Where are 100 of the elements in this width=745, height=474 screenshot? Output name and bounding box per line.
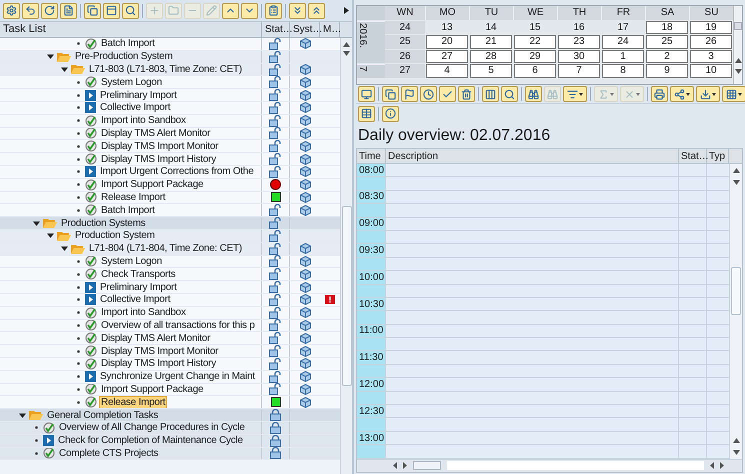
tree-row[interactable]: Release Import [0, 192, 340, 204]
date-cell[interactable]: 17 [602, 20, 644, 34]
task-label[interactable]: Production System [74, 230, 156, 242]
date-cell[interactable]: 6 [514, 64, 556, 78]
date-cell[interactable]: 19 [690, 20, 732, 34]
clipboard-button[interactable] [265, 2, 282, 18]
task-label[interactable]: L71-804 (L71-804, Time Zone: CET) [88, 243, 243, 254]
move-down-button[interactable] [241, 2, 258, 18]
schedule-row[interactable]: 10:30 [357, 298, 729, 312]
filter-button[interactable] [563, 86, 587, 102]
scroll-up-icon[interactable] [734, 58, 742, 63]
printer-button[interactable] [651, 86, 668, 102]
task-label[interactable]: Display TMS Import Monitor [100, 346, 220, 357]
task-label[interactable]: Production Systems [60, 218, 146, 229]
trash-button[interactable] [458, 86, 475, 102]
tree-row[interactable]: Collective Import [0, 102, 340, 115]
tree-row[interactable]: General Completion Tasks [0, 409, 340, 422]
tree-row[interactable]: Check for Completion of Maintenance Cycle [0, 434, 340, 448]
week-number[interactable]: 25 [385, 35, 425, 48]
window-button[interactable] [103, 2, 120, 18]
expand-arrow-icon[interactable] [61, 66, 68, 73]
task-label[interactable]: Complete CTS Projects [58, 448, 160, 459]
expand-arrow-icon[interactable] [47, 232, 54, 240]
schedule-row[interactable]: 11:30 [357, 351, 729, 365]
date-cell[interactable]: 2 [646, 50, 688, 63]
tree-row[interactable]: Production Systems [0, 217, 340, 230]
task-label[interactable]: Import Support Package [100, 384, 204, 395]
task-label[interactable]: Batch Import [100, 38, 156, 50]
settings-button[interactable] [3, 2, 20, 18]
scroll-thumb[interactable] [731, 267, 741, 315]
scroll-down-icon[interactable] [732, 180, 740, 185]
column-header[interactable]: M… [320, 22, 340, 37]
schedule-row[interactable]: 09:00 [357, 218, 729, 231]
scrollbar[interactable] [340, 38, 352, 474]
scroll-left-icon[interactable] [393, 462, 397, 470]
check-button[interactable] [439, 86, 456, 102]
scroll-right-icon[interactable] [720, 462, 724, 470]
date-cell[interactable]: 27 [426, 50, 468, 63]
task-label[interactable]: Release Import [100, 192, 166, 203]
task-label[interactable]: Preliminary Import [99, 90, 178, 101]
scroll-up-icon[interactable] [732, 438, 740, 443]
scrollbar[interactable] [729, 164, 742, 459]
date-cell[interactable]: 18 [646, 20, 688, 34]
tree-row[interactable]: System Logon [0, 76, 340, 90]
expand-arrow-icon[interactable] [19, 412, 26, 418]
task-label[interactable]: Collective Import [99, 102, 172, 114]
tree-row[interactable]: Check Transports [0, 268, 340, 282]
task-label[interactable]: Check for Completion of Maintenance Cycle [57, 435, 244, 446]
task-label[interactable]: Collective Import [99, 294, 172, 306]
task-label[interactable]: Import Urgent Corrections from Othe [99, 166, 255, 178]
tree-row[interactable]: Complete CTS Projects [0, 448, 340, 460]
tree-row[interactable]: Pre-Production System [0, 50, 340, 64]
tree-row[interactable]: Display TMS Import History [0, 358, 340, 371]
scroll-thumb[interactable] [734, 22, 742, 30]
scroll-down-icon[interactable] [734, 69, 742, 74]
task-label[interactable]: Display TMS Import Monitor [100, 140, 220, 152]
tree-row[interactable]: L71-804 (L71-804, Time Zone: CET) [0, 242, 340, 256]
tree-row[interactable]: Import Support Package [0, 178, 340, 192]
date-cell[interactable]: 29 [514, 50, 556, 63]
tree-row[interactable]: Synchronize Urgent Change in Maint [0, 370, 340, 384]
task-label[interactable]: Display TMS Import History [100, 154, 218, 165]
tree-row[interactable]: Display TMS Import History [0, 153, 340, 166]
scroll-right-icon[interactable] [403, 462, 407, 470]
expand-arrow-icon[interactable] [33, 220, 40, 227]
horizontal-scrollbar[interactable] [357, 458, 742, 472]
task-label[interactable]: Display TMS Import History [100, 358, 218, 370]
task-label[interactable]: Import Support Package [100, 179, 204, 190]
scroll-down-icon[interactable] [732, 450, 740, 455]
search-button[interactable] [501, 86, 518, 102]
date-cell[interactable]: 21 [470, 35, 512, 48]
column-header[interactable]: Syst… [290, 22, 320, 37]
copy-button[interactable] [382, 86, 399, 102]
task-label[interactable]: General Completion Tasks [46, 410, 160, 420]
date-cell[interactable]: 22 [514, 35, 556, 48]
date-cell[interactable]: 5 [470, 64, 512, 78]
task-label[interactable]: Overview of all transactions for this p [100, 320, 256, 331]
schedule-row[interactable]: 11:00 [357, 324, 729, 338]
task-label[interactable]: Overview of All Change Procedures in Cycle [58, 422, 246, 434]
scroll-thumb[interactable] [413, 461, 441, 470]
task-label[interactable]: Pre-Production System [74, 51, 174, 62]
scroll-left-icon[interactable] [710, 462, 714, 470]
download-button[interactable] [696, 86, 720, 102]
date-cell[interactable]: 26 [690, 35, 732, 48]
column-header[interactable]: Task List [0, 22, 262, 37]
task-label[interactable]: L71-803 (L71-803, Time Zone: CET) [88, 64, 243, 75]
schedule-row[interactable]: 12:00 [357, 378, 729, 392]
tree-row[interactable]: Release Import [0, 396, 340, 410]
date-cell[interactable]: 10 [690, 64, 732, 78]
expand-arrow-icon[interactable] [61, 245, 68, 252]
task-label[interactable]: Import into Sandbox [100, 307, 187, 318]
tree-row[interactable]: Overview of all transactions for this p [0, 320, 340, 332]
date-cell[interactable]: 13 [426, 20, 468, 34]
schedule-row[interactable]: 09:30 [357, 244, 729, 258]
column-header[interactable]: Description [386, 149, 679, 163]
task-label[interactable]: Batch Import [100, 204, 156, 216]
tree-row[interactable]: Batch Import [0, 38, 340, 51]
tree-row[interactable]: Overview of All Change Procedures in Cycle [0, 422, 340, 435]
columns-button[interactable] [482, 86, 499, 102]
date-cell[interactable]: 24 [602, 35, 644, 48]
date-cell[interactable]: 28 [470, 50, 512, 63]
